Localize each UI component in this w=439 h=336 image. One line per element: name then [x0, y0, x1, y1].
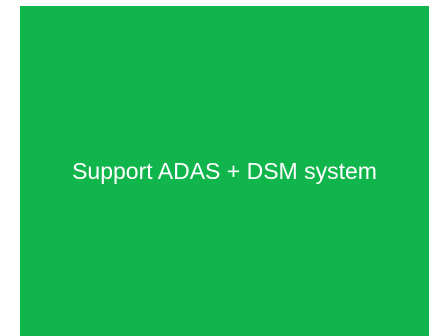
feature-text: Support ADAS + DSM system — [72, 157, 377, 184]
feature-tile: Support ADAS + DSM system — [20, 6, 429, 336]
